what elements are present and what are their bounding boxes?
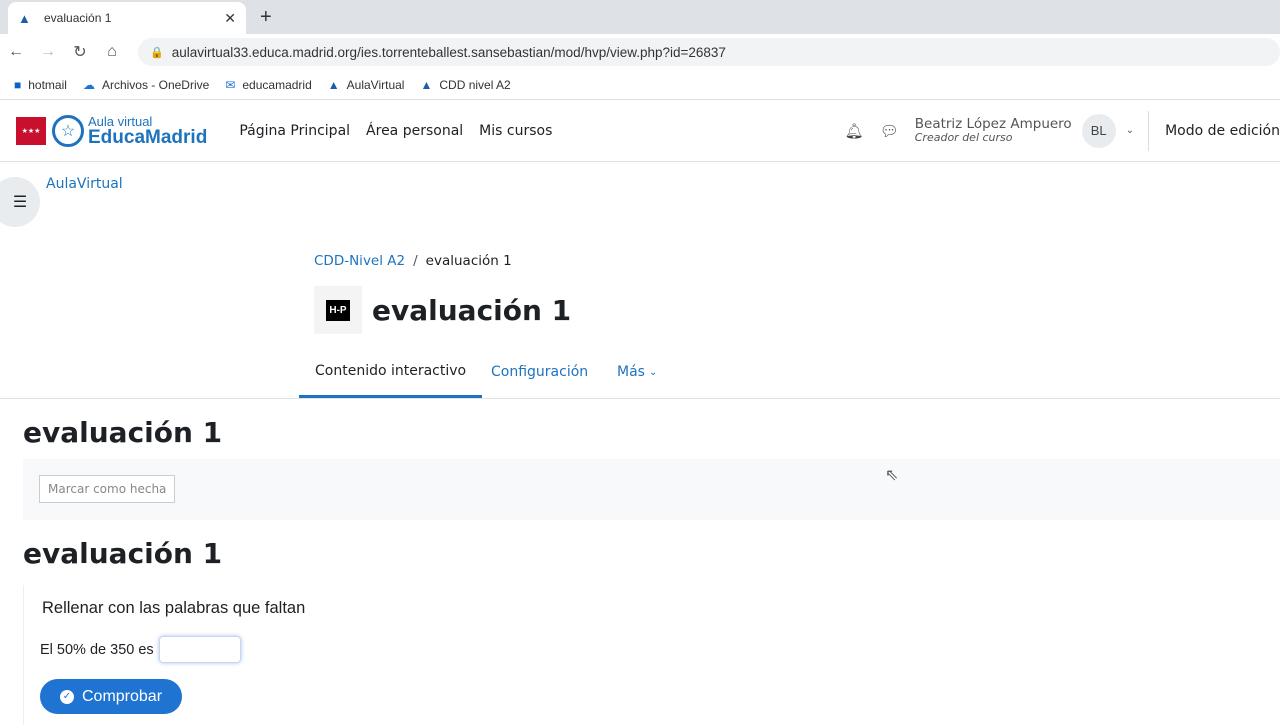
bookmark-onedrive[interactable]: ☁ Archivos - OneDrive [83,78,209,92]
outlook-icon: ■ [14,77,22,92]
mark-done-button[interactable]: Marcar como hecha [39,475,176,503]
madrid-flag-icon: ★★★ [16,116,46,145]
chevron-down-icon[interactable]: ⌄ [1126,125,1134,136]
educamadrid-logo[interactable]: ★★★ ☆ Aula virtual EducaMadrid [16,113,208,148]
avatar[interactable]: BL [1081,113,1116,148]
logo-top: Aula virtual [88,113,153,129]
reload-icon[interactable]: ↻ [64,42,96,62]
bookmark-label: AulaVirtual [346,77,405,92]
h5p-content: Rellenar con las palabras que faltan El … [23,585,1280,725]
activity-tabs: Contenido interactivo Configuración Más ⌄ [0,346,1280,399]
completion-area: Marcar como hecha [23,459,1280,520]
breadcrumb-course[interactable]: CDD-Nivel A2 [314,253,405,269]
check-circle-icon: ✓ [60,689,74,704]
logo-bottom: EducaMadrid [88,126,208,148]
tab-interactive-content[interactable]: Contenido interactivo [299,346,483,398]
url-text: aulavirtual33.educa.madrid.org/ies.torre… [171,44,726,60]
h5p-activity-icon: H-P [314,286,362,334]
breadcrumb: CDD-Nivel A2/evaluación 1 [314,253,512,269]
instruction: Rellenar con las palabras que faltan [42,599,306,617]
url-field[interactable]: 🔒 aulavirtual33.educa.madrid.org/ies.torr… [138,38,1280,66]
bookmark-educamadrid[interactable]: ✉ educamadrid [225,78,311,92]
bookmark-label: Archivos - OneDrive [101,77,210,92]
course-index-toggle[interactable]: ☰ [0,177,40,227]
answer-input[interactable] [158,636,241,663]
home-icon[interactable]: ⌂ [96,43,128,61]
bell-icon[interactable]: 🔔︎ [845,122,864,140]
back-icon[interactable]: ← [0,43,32,61]
activity-title: evaluación 1 [23,537,223,570]
tab-more[interactable]: Más ⌄ [601,346,673,398]
page-title: evaluación 1 [372,293,572,327]
site-header: ★★★ ☆ Aula virtual EducaMadrid Página Pri… [0,100,1280,162]
site-crumb-link[interactable]: AulaVirtual [46,176,123,192]
bookmark-label: educamadrid [242,77,312,92]
check-button[interactable]: ✓ Comprobar [40,679,183,714]
browser-tab[interactable]: ▲ evaluación 1 ✕ [8,2,246,34]
nav-dashboard[interactable]: Área personal [366,123,463,139]
moodle-cap-icon: ▲ [420,77,433,92]
bookmark-aulavirtual[interactable]: ▲ AulaVirtual [328,78,405,92]
bookmark-label: CDD nivel A2 [439,77,511,92]
user-name[interactable]: Beatriz López Ampuero [915,117,1072,132]
close-tab-icon[interactable]: ✕ [224,10,236,27]
bookmark-label: hotmail [28,77,67,92]
tab-title: evaluación 1 [44,11,112,25]
lock-icon: 🔒 [150,46,164,59]
nav-home[interactable]: Página Principal [239,123,350,139]
moodle-cap-icon: ▲ [327,77,340,92]
onedrive-icon: ☁ [82,77,95,92]
section-title: evaluación 1 [23,416,223,449]
star-logo-icon: ☆ [52,114,84,147]
breadcrumb-current: evaluación 1 [425,253,512,269]
edit-mode-toggle[interactable]: Modo de edición [1148,110,1280,151]
bookmark-cdd[interactable]: ▲ CDD nivel A2 [420,78,510,92]
address-bar-row: ← → ↻ ⌂ 🔒 aulavirtual33.educa.madrid.org/… [0,34,1280,70]
mail-icon: ✉ [225,77,236,92]
question-text: El 50% de 350 es [40,641,154,658]
moodle-cap-icon: ▲ [18,10,31,26]
check-label: Comprobar [82,687,163,705]
mouse-cursor-icon: ⇖ [885,467,899,484]
user-role: Creador del curso [914,130,1013,144]
bookmark-hotmail[interactable]: ■ hotmail [14,78,67,92]
new-tab-icon[interactable]: + [260,6,272,29]
bookmarks-bar: ■ hotmail ☁ Archivos - OneDrive ✉ educamadr… [0,70,1280,100]
list-icon: ☰ [12,194,28,211]
chevron-down-icon: ⌄ [648,366,658,378]
nav-my-courses[interactable]: Mis cursos [479,123,552,139]
chat-icon[interactable]: 💬︎ [880,122,899,140]
browser-tabbar: ▲ evaluación 1 ✕ + [0,0,1280,34]
forward-icon[interactable]: → [32,43,64,61]
tab-more-label: Más [617,364,645,380]
tab-settings[interactable]: Configuración [475,346,604,398]
